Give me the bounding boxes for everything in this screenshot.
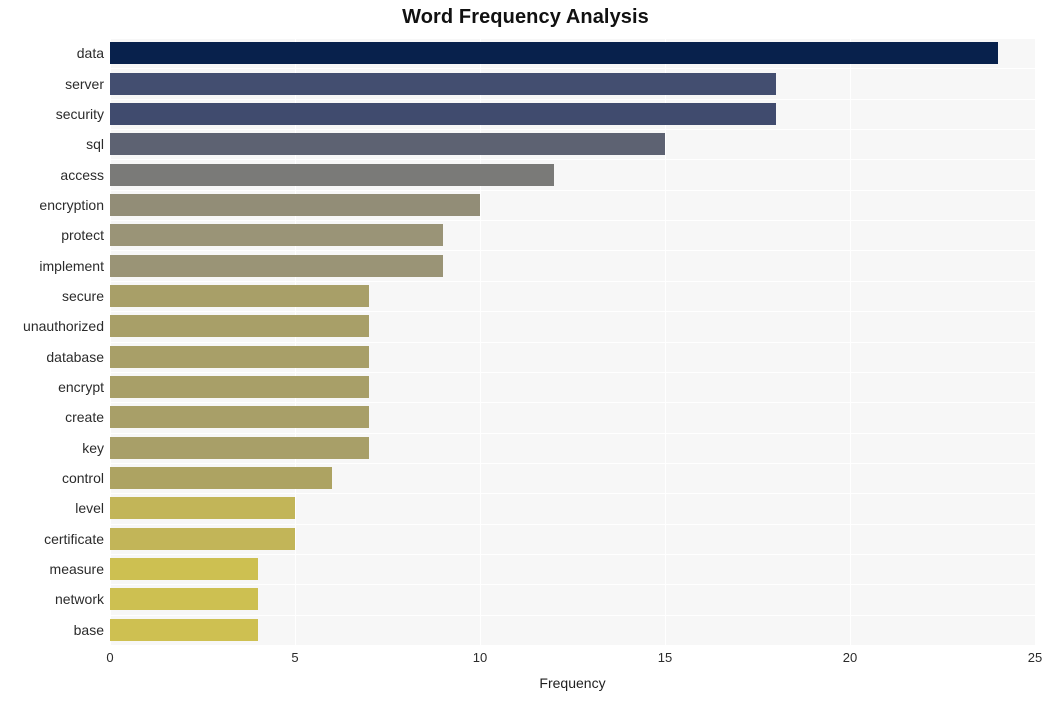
bar bbox=[110, 284, 369, 307]
bar bbox=[110, 133, 665, 156]
y-axis-tick-label: encrypt bbox=[58, 379, 104, 396]
y-axis-tick-label: network bbox=[54, 591, 104, 608]
y-axis-tick-label: data bbox=[76, 45, 104, 62]
x-axis-tick-label: 15 bbox=[657, 650, 673, 665]
y-axis-tick-label: protect bbox=[61, 227, 104, 244]
y-axis-tick-label: create bbox=[65, 409, 104, 426]
x-axis-label: Frequency bbox=[539, 675, 606, 691]
bar bbox=[110, 102, 776, 125]
bar bbox=[110, 618, 258, 641]
y-axis-tick-label: sql bbox=[86, 136, 104, 153]
y-axis-tick-label: unauthorized bbox=[23, 318, 104, 335]
y-axis-tick-label: security bbox=[55, 105, 104, 122]
y-axis-tick-label: certificate bbox=[44, 530, 104, 547]
y-axis-tick-label: key bbox=[82, 439, 104, 456]
bar bbox=[110, 254, 443, 277]
x-axis-tick-label: 25 bbox=[1027, 650, 1043, 665]
x-gridline bbox=[1035, 38, 1036, 645]
x-axis-tick-label: 20 bbox=[842, 650, 858, 665]
y-axis-tick-label: level bbox=[75, 500, 104, 517]
bar bbox=[110, 163, 554, 186]
y-axis-tick-label: base bbox=[73, 621, 104, 638]
bar bbox=[110, 558, 258, 581]
x-axis-tick-label: 5 bbox=[291, 650, 299, 665]
y-axis-tick-label: control bbox=[61, 470, 104, 487]
bar bbox=[110, 72, 776, 95]
y-axis-tick-label: server bbox=[65, 75, 104, 92]
y-axis-tick-label: encryption bbox=[39, 196, 104, 213]
bar bbox=[110, 406, 369, 429]
bar bbox=[110, 467, 332, 490]
bar bbox=[110, 527, 295, 550]
bar-series bbox=[110, 38, 1035, 645]
bar bbox=[110, 376, 369, 399]
word-frequency-chart: Word Frequency Analysis data server securi… bbox=[0, 0, 1051, 701]
y-axis-tick-label: measure bbox=[49, 561, 104, 578]
bar bbox=[110, 345, 369, 368]
y-axis-tick-label: implement bbox=[39, 257, 104, 274]
bar bbox=[110, 588, 258, 611]
x-axis-tick-label: 10 bbox=[472, 650, 488, 665]
plot-area bbox=[110, 38, 1036, 646]
bar bbox=[110, 497, 295, 520]
bar bbox=[110, 42, 998, 65]
y-axis-tick-label: access bbox=[60, 166, 104, 183]
bar bbox=[110, 193, 480, 216]
x-axis-tick-label: 0 bbox=[106, 650, 114, 665]
y-axis-tick-label: database bbox=[46, 348, 104, 365]
bar bbox=[110, 436, 369, 459]
chart-title: Word Frequency Analysis bbox=[402, 6, 649, 28]
x-axis-tick-labels: 0 5 10 15 20 25 bbox=[106, 650, 1042, 670]
y-axis-tick-label: secure bbox=[61, 287, 104, 304]
bar bbox=[110, 315, 369, 338]
y-gridline bbox=[110, 645, 1035, 646]
bar bbox=[110, 224, 443, 247]
y-axis-tick-labels: data server security sql access encryption pro… bbox=[0, 38, 104, 645]
